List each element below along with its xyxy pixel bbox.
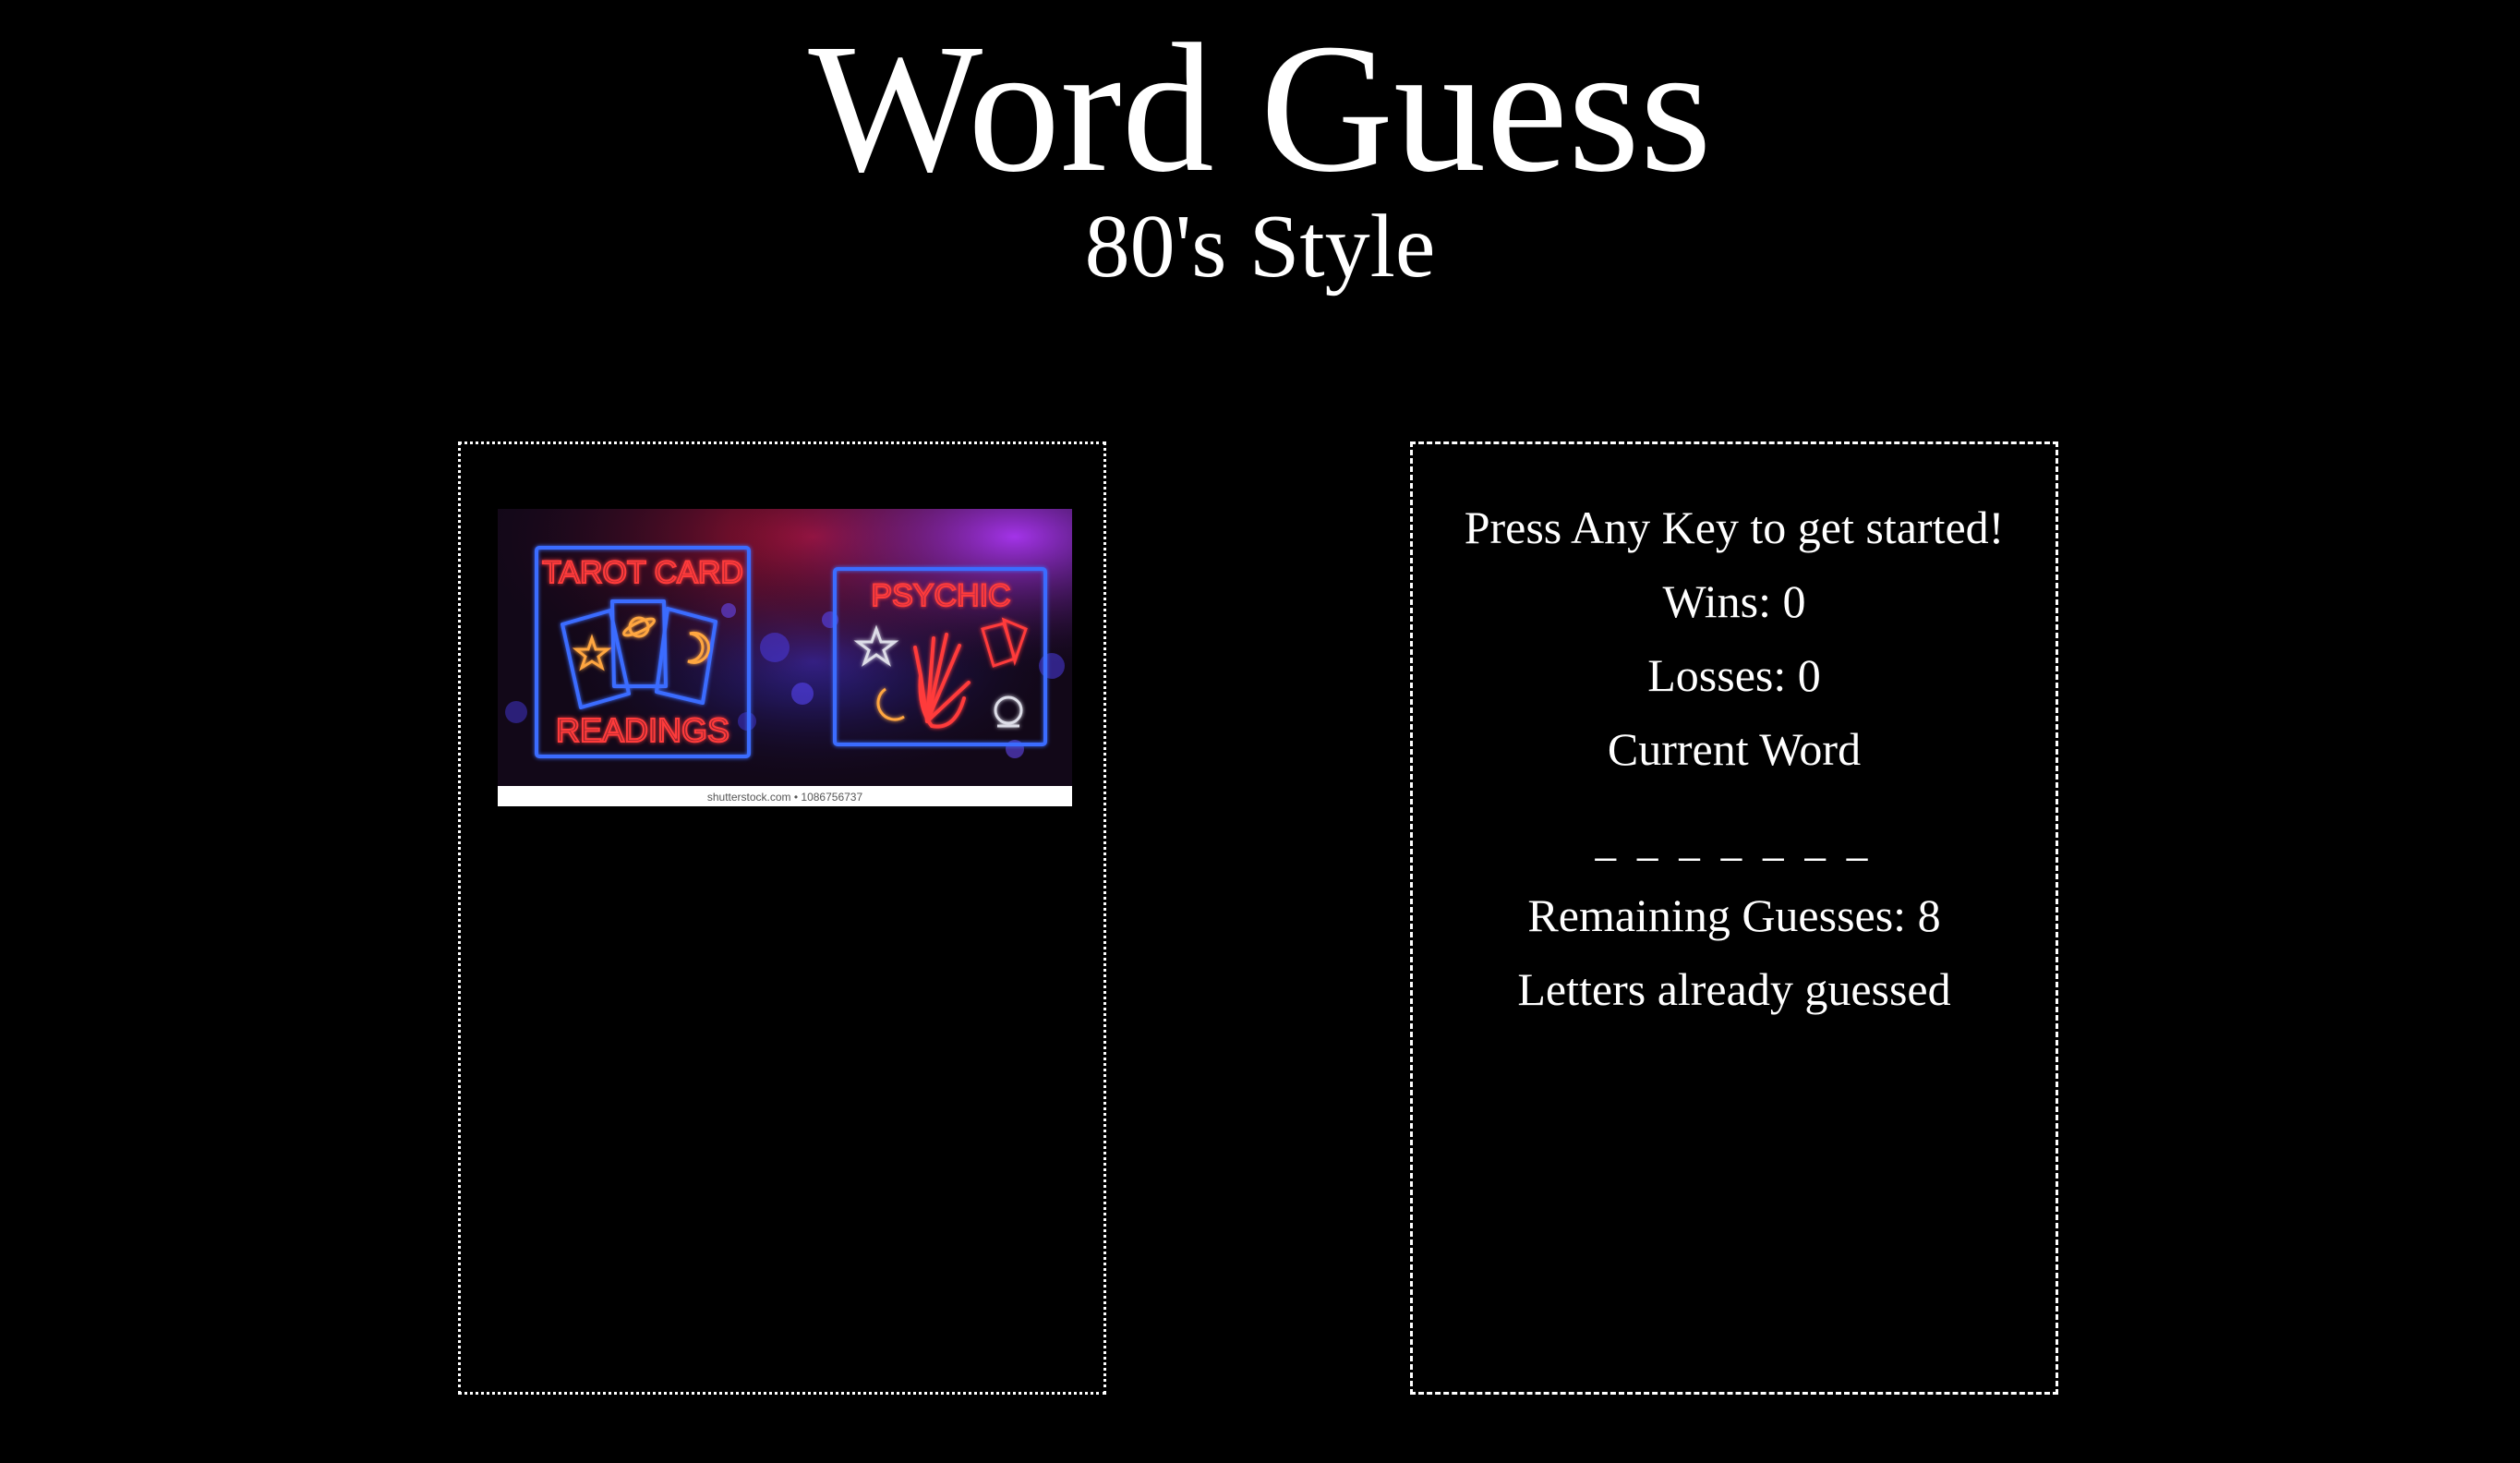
- sign-psychic-text: PSYCHIC: [871, 578, 1010, 613]
- page-title: Word Guess: [808, 6, 1712, 211]
- neon-sign-svg: TAROT CARD READINGS PSYCHIC shutterstock…: [498, 509, 1072, 806]
- losses-count: Losses: 0: [1647, 649, 1821, 701]
- current-word-label: Current Word: [1607, 723, 1862, 775]
- sign-readings-text: READINGS: [556, 711, 729, 749]
- watermark-text: shutterstock.com • 1086756737: [707, 791, 863, 804]
- letters-guessed-label: Letters already guessed: [1517, 963, 1951, 1015]
- image-panel: TAROT CARD READINGS PSYCHIC shutterstock…: [458, 441, 1106, 1395]
- current-word-blanks: _ _ _ _ _ _ _: [1595, 821, 1874, 862]
- game-stats: Press Any Key to get started! Wins: 0 Lo…: [1413, 490, 2056, 1026]
- sign-tarot-card-text: TAROT CARD: [542, 555, 743, 590]
- start-prompt: Press Any Key to get started!: [1464, 502, 2005, 553]
- page-subtitle: 80's Style: [1084, 197, 1436, 296]
- wins-count: Wins: 0: [1662, 575, 1806, 627]
- game-panel: Press Any Key to get started! Wins: 0 Lo…: [1410, 441, 2058, 1395]
- remaining-guesses: Remaining Guesses: 8: [1527, 889, 1941, 941]
- neon-sign-image: TAROT CARD READINGS PSYCHIC shutterstock…: [498, 509, 1072, 806]
